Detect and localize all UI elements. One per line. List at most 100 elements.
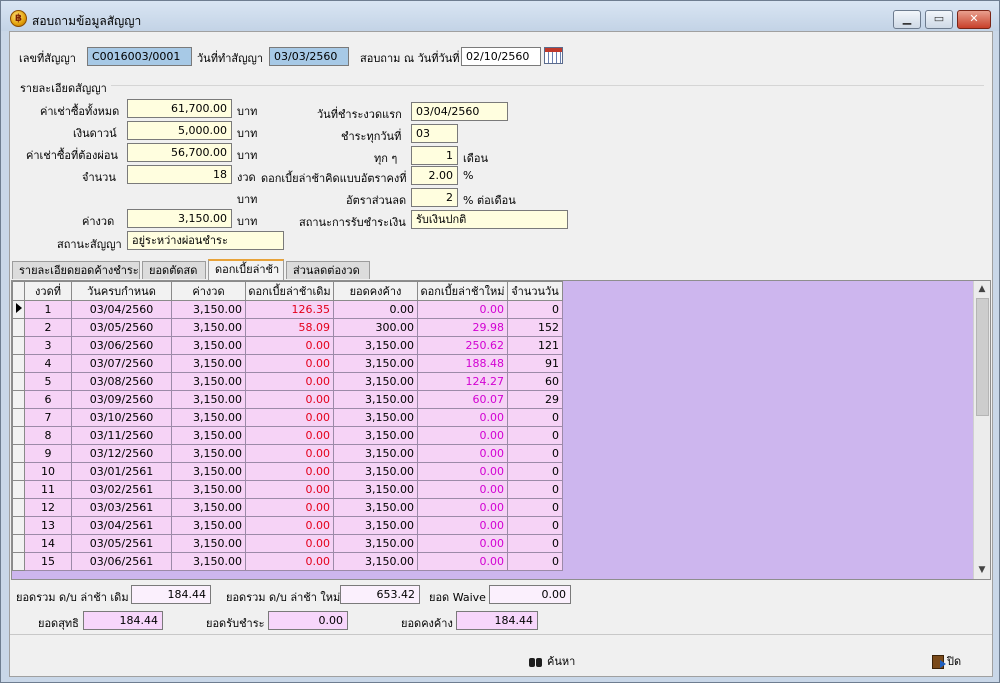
cell-installment[interactable]: 3,150.00 — [171, 480, 246, 499]
installment-rent-field[interactable]: 56,700.00 — [127, 143, 232, 162]
contract-date-field[interactable]: 03/03/2560 — [269, 47, 349, 66]
cell-installment[interactable]: 3,150.00 — [171, 426, 246, 445]
cell-days[interactable]: 0 — [507, 444, 563, 463]
cell-old-late-interest[interactable]: 0.00 — [245, 426, 334, 445]
cell-old-late-interest[interactable]: 0.00 — [245, 444, 334, 463]
table-row[interactable]: 2 03/05/2560 3,150.00 58.09 300.00 29.98 152 — [12, 318, 563, 337]
cell-new-late-interest[interactable]: 0.00 — [417, 534, 508, 553]
cell-new-late-interest[interactable]: 0.00 — [417, 462, 508, 481]
row-selector[interactable] — [12, 480, 25, 499]
cell-period-no[interactable]: 14 — [24, 534, 72, 553]
cell-period-no[interactable]: 10 — [24, 462, 72, 481]
cell-days[interactable]: 0 — [507, 408, 563, 427]
cell-installment[interactable]: 3,150.00 — [171, 552, 246, 571]
cell-due-date[interactable]: 03/12/2560 — [71, 444, 172, 463]
table-row[interactable]: 1 03/04/2560 3,150.00 126.35 0.00 0.00 0 — [12, 300, 563, 319]
cell-days[interactable]: 0 — [507, 426, 563, 445]
cell-outstanding[interactable]: 300.00 — [333, 318, 418, 337]
table-row[interactable]: 9 03/12/2560 3,150.00 0.00 3,150.00 0.00 0 — [12, 444, 563, 463]
table-row[interactable]: 5 03/08/2560 3,150.00 0.00 3,150.00 124.27 60 — [12, 372, 563, 391]
cell-due-date[interactable]: 03/08/2560 — [71, 372, 172, 391]
discount-field[interactable]: 2 — [411, 188, 458, 207]
cell-days[interactable]: 152 — [507, 318, 563, 337]
cell-old-late-interest[interactable]: 0.00 — [245, 336, 334, 355]
vertical-scrollbar[interactable]: ▲ ▼ — [973, 281, 990, 579]
cell-days[interactable]: 0 — [507, 300, 563, 319]
late-interest-grid[interactable]: งวดที่ วันครบกำหนด ค่างวด ดอกเบี้ยล่าช้า… — [11, 280, 991, 580]
query-date-field[interactable]: 02/10/2560 — [461, 47, 541, 66]
cell-old-late-interest[interactable]: 58.09 — [245, 318, 334, 337]
cell-outstanding[interactable]: 3,150.00 — [333, 480, 418, 499]
down-field[interactable]: 5,000.00 — [127, 121, 232, 140]
cell-installment[interactable]: 3,150.00 — [171, 534, 246, 553]
cell-old-late-interest[interactable]: 0.00 — [245, 534, 334, 553]
row-selector[interactable] — [12, 390, 25, 409]
minimize-button[interactable]: ▁ — [893, 10, 921, 29]
cell-new-late-interest[interactable]: 0.00 — [417, 300, 508, 319]
cell-installment[interactable]: 3,150.00 — [171, 462, 246, 481]
cell-period-no[interactable]: 3 — [24, 336, 72, 355]
cell-outstanding[interactable]: 3,150.00 — [333, 534, 418, 553]
cell-new-late-interest[interactable]: 0.00 — [417, 408, 508, 427]
scroll-up-icon[interactable]: ▲ — [974, 281, 990, 298]
scroll-down-icon[interactable]: ▼ — [974, 562, 990, 579]
table-row[interactable]: 12 03/03/2561 3,150.00 0.00 3,150.00 0.00 0 — [12, 498, 563, 517]
cell-installment[interactable]: 3,150.00 — [171, 300, 246, 319]
column-header[interactable]: จำนวนวัน — [507, 281, 563, 301]
pay-day-field[interactable]: 03 — [411, 124, 458, 143]
row-selector[interactable] — [12, 318, 25, 337]
every-field[interactable]: 1 — [411, 146, 458, 165]
table-row[interactable]: 4 03/07/2560 3,150.00 0.00 3,150.00 188.48 91 — [12, 354, 563, 373]
column-header[interactable]: ค่างวด — [171, 281, 246, 301]
column-header[interactable]: ยอดคงค้าง — [333, 281, 418, 301]
cell-installment[interactable]: 3,150.00 — [171, 408, 246, 427]
cell-due-date[interactable]: 03/04/2560 — [71, 300, 172, 319]
cell-outstanding[interactable]: 3,150.00 — [333, 408, 418, 427]
cell-new-late-interest[interactable]: 0.00 — [417, 516, 508, 535]
count-field[interactable]: 18 — [127, 165, 232, 184]
cell-installment[interactable]: 3,150.00 — [171, 390, 246, 409]
cell-due-date[interactable]: 03/04/2561 — [71, 516, 172, 535]
maximize-button[interactable]: ▭ — [925, 10, 953, 29]
row-selector[interactable] — [12, 552, 25, 571]
cell-old-late-interest[interactable]: 0.00 — [245, 516, 334, 535]
row-selector[interactable] — [12, 516, 25, 535]
cell-old-late-interest[interactable]: 0.00 — [245, 372, 334, 391]
cell-outstanding[interactable]: 3,150.00 — [333, 444, 418, 463]
cell-old-late-interest[interactable]: 0.00 — [245, 462, 334, 481]
table-row[interactable]: 8 03/11/2560 3,150.00 0.00 3,150.00 0.00 0 — [12, 426, 563, 445]
received-field[interactable]: 0.00 — [268, 611, 348, 630]
table-row[interactable]: 11 03/02/2561 3,150.00 0.00 3,150.00 0.00 0 — [12, 480, 563, 499]
cell-period-no[interactable]: 13 — [24, 516, 72, 535]
column-header[interactable]: ดอกเบี้ยล่าช้าเดิม — [245, 281, 334, 301]
cell-period-no[interactable]: 9 — [24, 444, 72, 463]
cell-days[interactable]: 0 — [507, 552, 563, 571]
cell-period-no[interactable]: 6 — [24, 390, 72, 409]
close-window-button[interactable]: ✕ — [957, 10, 991, 29]
tab-late-interest[interactable]: ดอกเบี้ยล่าช้า — [208, 259, 284, 280]
cell-outstanding[interactable]: 3,150.00 — [333, 426, 418, 445]
row-selector[interactable] — [12, 300, 25, 319]
cell-period-no[interactable]: 5 — [24, 372, 72, 391]
new-late-total-field[interactable]: 653.42 — [340, 585, 420, 604]
calendar-icon[interactable] — [544, 47, 563, 64]
row-selector[interactable] — [12, 498, 25, 517]
cell-outstanding[interactable]: 3,150.00 — [333, 498, 418, 517]
cell-old-late-interest[interactable]: 0.00 — [245, 552, 334, 571]
tab-outstanding-detail[interactable]: รายละเอียดยอดค้างชำระ — [12, 261, 140, 279]
cell-due-date[interactable]: 03/06/2560 — [71, 336, 172, 355]
cell-outstanding[interactable]: 3,150.00 — [333, 462, 418, 481]
cell-old-late-interest[interactable]: 0.00 — [245, 408, 334, 427]
row-selector[interactable] — [12, 462, 25, 481]
cell-new-late-interest[interactable]: 0.00 — [417, 426, 508, 445]
cell-due-date[interactable]: 03/05/2560 — [71, 318, 172, 337]
cell-days[interactable]: 60 — [507, 372, 563, 391]
cell-new-late-interest[interactable]: 188.48 — [417, 354, 508, 373]
cell-old-late-interest[interactable]: 126.35 — [245, 300, 334, 319]
cell-due-date[interactable]: 03/09/2560 — [71, 390, 172, 409]
per-period-field[interactable]: 3,150.00 — [127, 209, 232, 228]
search-button[interactable]: ค้นหา — [528, 652, 575, 670]
row-selector[interactable] — [12, 534, 25, 553]
cell-old-late-interest[interactable]: 0.00 — [245, 390, 334, 409]
row-selector[interactable] — [12, 408, 25, 427]
